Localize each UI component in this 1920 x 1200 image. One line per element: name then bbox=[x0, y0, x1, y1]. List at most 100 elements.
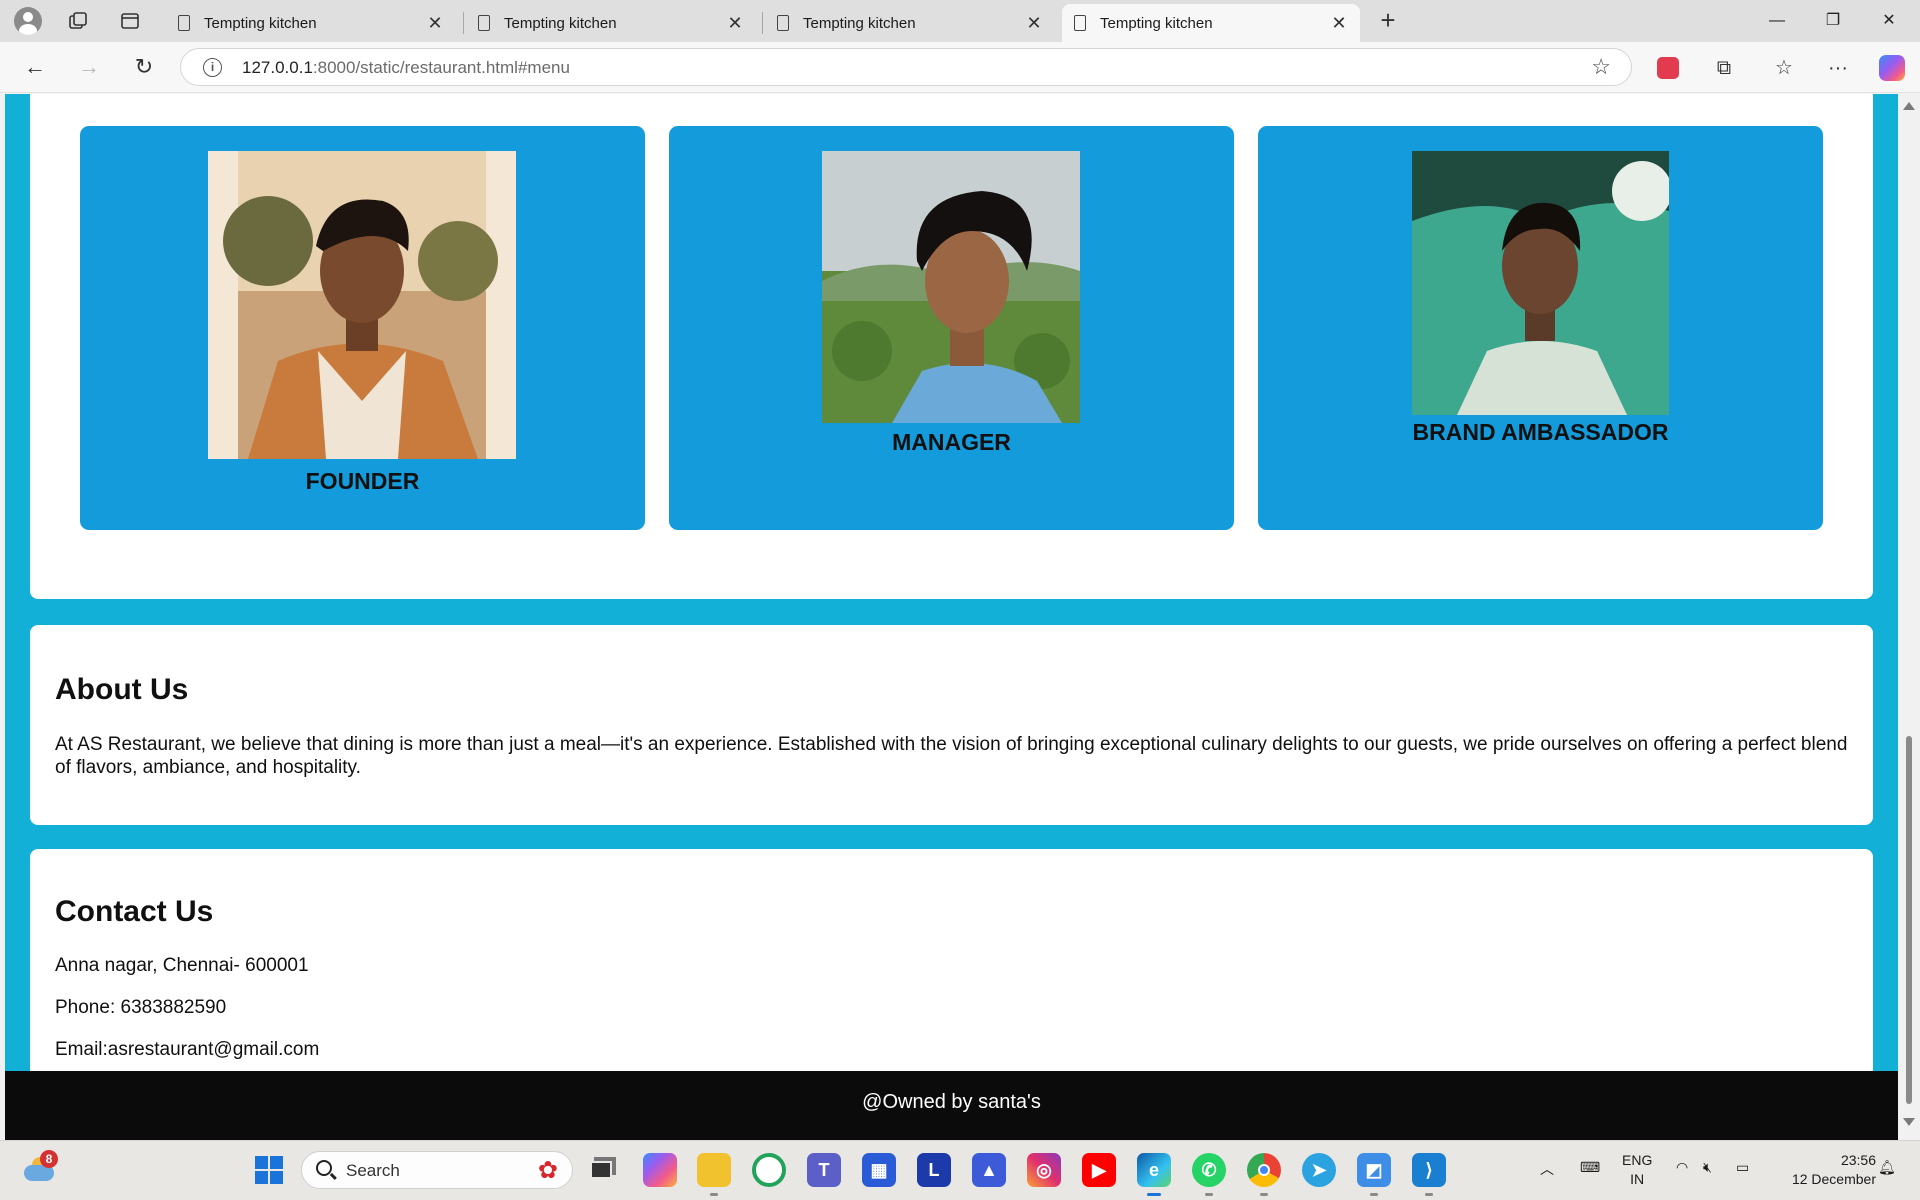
vertical-tabs-icon bbox=[121, 13, 139, 29]
extension-button[interactable] bbox=[1652, 52, 1684, 84]
notification-badge: 8 bbox=[40, 1150, 58, 1168]
keyboard-button[interactable]: ⌨ bbox=[1580, 1159, 1600, 1200]
team-role: MANAGER bbox=[892, 429, 1011, 455]
photos-app[interactable]: ◩ bbox=[1357, 1153, 1391, 1196]
profile-icon bbox=[14, 7, 42, 35]
youtube-app[interactable]: ▶ bbox=[1082, 1153, 1116, 1187]
settings-menu-button[interactable]: ··· bbox=[1822, 52, 1854, 84]
telegram-app[interactable]: ➤ bbox=[1302, 1153, 1336, 1187]
scroll-down-icon[interactable] bbox=[1903, 1118, 1915, 1126]
team-section: FOUNDER MANAGER BRAND AMBASSADOR bbox=[30, 94, 1873, 599]
l-app-icon: L bbox=[928, 1159, 940, 1180]
language-code: ENG bbox=[1622, 1152, 1653, 1168]
start-button[interactable] bbox=[252, 1153, 286, 1187]
l-app[interactable]: L bbox=[917, 1153, 951, 1187]
url-path: :8000/static/restaurant.html#menu bbox=[312, 58, 570, 77]
chrome-app[interactable] bbox=[1247, 1153, 1281, 1196]
close-window-button[interactable]: ✕ bbox=[1866, 6, 1912, 36]
chrome-icon bbox=[1258, 1164, 1270, 1176]
teams-icon: T bbox=[818, 1159, 830, 1180]
volume-button[interactable]: 🔇︎ bbox=[1703, 1159, 1712, 1200]
founder-portrait-image bbox=[208, 151, 516, 459]
store-app[interactable]: ▦ bbox=[862, 1153, 896, 1187]
back-button[interactable]: ← bbox=[17, 50, 53, 84]
vscode-icon: ⟩ bbox=[1425, 1159, 1433, 1180]
close-tab-icon[interactable]: ✕ bbox=[426, 13, 444, 34]
page-icon bbox=[178, 15, 190, 31]
wifi-button[interactable]: ◠ bbox=[1676, 1159, 1688, 1200]
favorites-icon: ☆ bbox=[1775, 57, 1793, 79]
profile-button[interactable] bbox=[10, 6, 46, 36]
instagram-icon: ◎ bbox=[1036, 1159, 1052, 1180]
scroll-up-icon[interactable] bbox=[1903, 102, 1915, 110]
chevron-up-icon: ︿ bbox=[1540, 1161, 1554, 1177]
wifi-icon: ◠ bbox=[1676, 1159, 1689, 1175]
favorite-star-icon[interactable]: ☆ bbox=[1591, 54, 1611, 80]
tab-actions-button[interactable] bbox=[112, 6, 148, 36]
address-bar[interactable]: i 127.0.0.1:8000/static/restaurant.html#… bbox=[180, 48, 1632, 86]
vscode-app[interactable]: ⟩ bbox=[1412, 1153, 1446, 1196]
notifications-button[interactable]: 🔔︎ bbox=[1878, 1159, 1896, 1200]
battery-icon: ▭ bbox=[1736, 1159, 1750, 1175]
close-tab-icon[interactable]: ✕ bbox=[1025, 13, 1043, 34]
forward-button[interactable]: → bbox=[71, 50, 107, 84]
about-section: About Us At AS Restaurant, we believe th… bbox=[30, 625, 1873, 825]
ambassador-photo bbox=[1412, 151, 1669, 415]
page-scrollbar[interactable] bbox=[1898, 94, 1920, 1140]
scrollbar-thumb[interactable] bbox=[1906, 736, 1912, 1104]
url-text[interactable]: 127.0.0.1:8000/static/restaurant.html#me… bbox=[242, 58, 570, 78]
copilot-app[interactable] bbox=[643, 1153, 677, 1187]
telegram-icon: ➤ bbox=[1311, 1159, 1327, 1180]
tab-title: Tempting kitchen bbox=[803, 14, 916, 32]
browser-tab[interactable]: Tempting kitchen ✕ bbox=[466, 4, 756, 42]
file-explorer-app[interactable] bbox=[697, 1153, 731, 1196]
favorites-button[interactable]: ☆ bbox=[1768, 52, 1800, 84]
whatsapp-app[interactable]: ✆ bbox=[1192, 1153, 1226, 1196]
youtube-icon: ▶ bbox=[1092, 1159, 1106, 1180]
windows-logo-icon bbox=[255, 1156, 283, 1184]
more-icon: ··· bbox=[1828, 57, 1848, 79]
running-indicator bbox=[1260, 1193, 1268, 1196]
task-view-button[interactable] bbox=[584, 1153, 618, 1187]
app-green-ring[interactable] bbox=[752, 1153, 786, 1187]
reload-button[interactable]: ↻ bbox=[126, 50, 162, 84]
language-indicator[interactable]: ENG IN bbox=[1622, 1151, 1652, 1200]
about-title: About Us bbox=[55, 673, 189, 706]
tab-title: Tempting kitchen bbox=[204, 14, 317, 32]
teams-app[interactable]: T bbox=[807, 1153, 841, 1187]
close-tab-icon[interactable]: ✕ bbox=[1330, 13, 1348, 34]
instagram-app[interactable]: ◎ bbox=[1027, 1153, 1061, 1187]
show-hidden-icons-button[interactable]: ︿ bbox=[1540, 1159, 1554, 1200]
site-info-icon[interactable]: i bbox=[203, 58, 222, 77]
keyboard-icon: ⌨ bbox=[1580, 1159, 1601, 1175]
task-view-icon bbox=[590, 1161, 612, 1179]
browser-tab-strip: Tempting kitchen ✕ Tempting kitchen ✕ Te… bbox=[0, 0, 1920, 42]
new-tab-button[interactable]: + bbox=[1372, 6, 1404, 36]
extensions-button[interactable]: ⧉ bbox=[1708, 52, 1740, 84]
browser-toolbar: ← → ↻ i 127.0.0.1:8000/static/restaurant… bbox=[0, 42, 1920, 93]
minimize-button[interactable]: — bbox=[1754, 6, 1800, 36]
restore-button[interactable]: ❐ bbox=[1810, 6, 1856, 36]
workspaces-button[interactable] bbox=[60, 6, 96, 36]
manager-photo bbox=[822, 151, 1080, 423]
a-app[interactable]: ▲ bbox=[972, 1153, 1006, 1187]
tab-title: Tempting kitchen bbox=[1100, 14, 1213, 32]
workspaces-icon bbox=[69, 12, 87, 29]
browser-tab-active[interactable]: Tempting kitchen ✕ bbox=[1062, 4, 1360, 42]
clock[interactable]: 23:56 12 December bbox=[1772, 1151, 1876, 1200]
weather-widget[interactable]: 8 bbox=[22, 1150, 58, 1187]
browser-tab[interactable]: Tempting kitchen ✕ bbox=[166, 4, 456, 42]
tab-title: Tempting kitchen bbox=[504, 14, 617, 32]
store-icon: ▦ bbox=[870, 1159, 888, 1180]
taskbar-search[interactable]: Search ✿ bbox=[301, 1151, 573, 1189]
copilot-button[interactable] bbox=[1876, 52, 1908, 84]
team-card-brand-ambassador: BRAND AMBASSADOR bbox=[1258, 126, 1823, 530]
page-viewport: FOUNDER MANAGER BRAND AMBASSADOR About U… bbox=[0, 94, 1920, 1140]
ambassador-portrait-image bbox=[1412, 151, 1669, 415]
close-tab-icon[interactable]: ✕ bbox=[726, 13, 744, 34]
edge-app[interactable]: e bbox=[1137, 1153, 1171, 1196]
browser-tab[interactable]: Tempting kitchen ✕ bbox=[765, 4, 1055, 42]
battery-button[interactable]: ▭ bbox=[1736, 1159, 1749, 1200]
about-text: At AS Restaurant, we believe that dining… bbox=[55, 734, 1848, 778]
search-icon bbox=[316, 1160, 332, 1176]
